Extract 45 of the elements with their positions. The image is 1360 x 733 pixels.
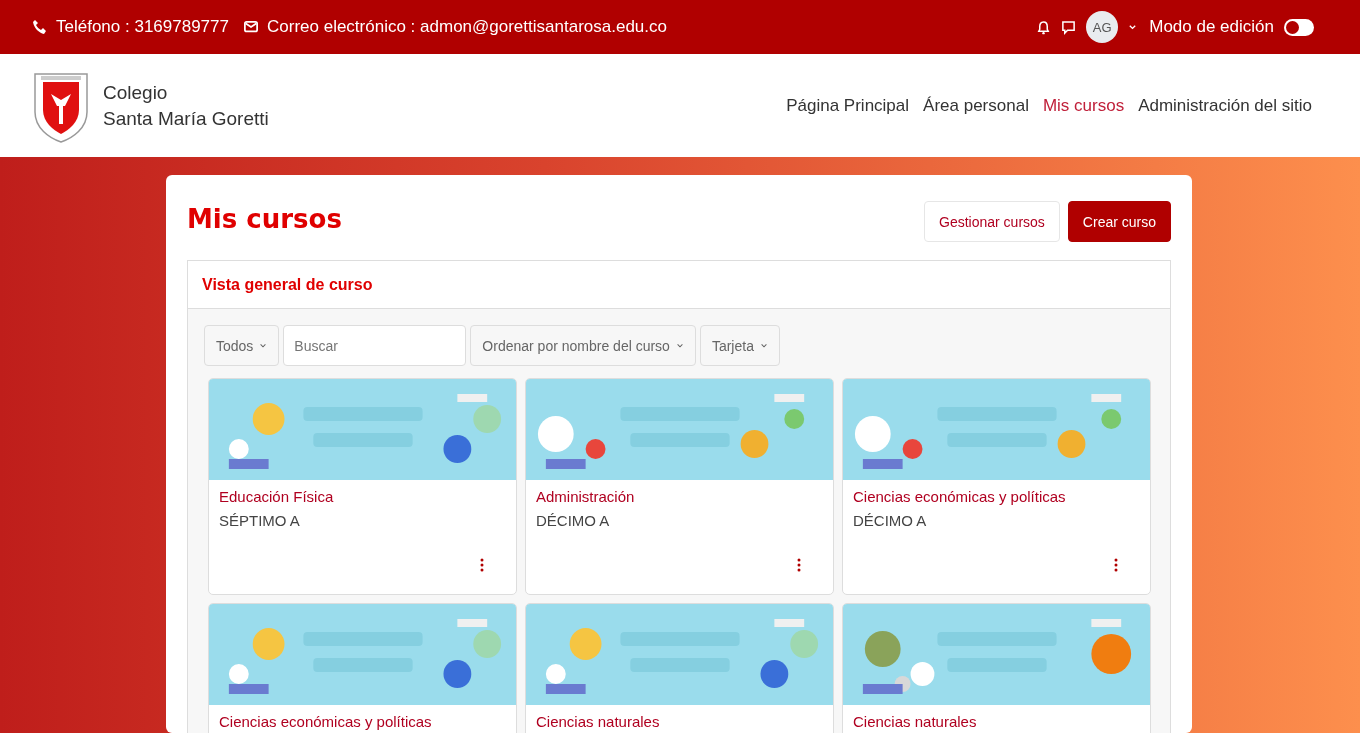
course-card[interactable]: Ciencias económicas y políticas [208,603,517,733]
filter-dropdown[interactable]: Tarjeta [699,325,780,366]
course-card[interactable]: Ciencias naturales [842,603,1151,733]
course-name-link[interactable]: Educación Física [219,488,506,506]
search-field[interactable]: Buscar [283,325,467,366]
course-group: DÉCIMO A [536,512,823,530]
phone-icon [32,19,48,35]
site-name: Santa María Goretti [103,106,269,131]
page-title: Mis cursos [187,203,342,234]
course-name-link[interactable]: Ciencias económicas y políticas [853,488,1140,506]
nav-link[interactable]: Mis cursos [1042,95,1125,116]
nav-link[interactable]: Área personal [923,95,1029,116]
course-card[interactable]: Educación Física SÉPTIMO A [208,378,517,595]
envelope-icon [243,20,259,34]
course-name-link[interactable]: Ciencias económicas y políticas [219,713,506,731]
course-card[interactable]: Ciencias naturales [525,603,834,733]
course-group: DÉCIMO A [853,512,1140,530]
phone-text: Teléfono : 3169789777 [56,17,229,37]
panel-title: Vista general de curso [202,275,373,294]
nav-link[interactable]: Administración del sitio [1138,95,1312,116]
course-card[interactable]: Ciencias económicas y políticas DÉCIMO A [842,378,1151,595]
caret-icon[interactable] [1128,22,1138,32]
nav-link[interactable]: Página Principal [786,95,910,116]
filter-dropdown[interactable]: Ordenar por nombre del curso [470,325,696,366]
course-group: SÉPTIMO A [219,512,506,530]
site-name: Colegio [103,80,169,105]
manage-courses-button[interactable]: Gestionar cursos [924,201,1060,242]
course-name-link[interactable]: Ciencias naturales [853,713,1140,731]
more-options-icon[interactable] [480,558,484,572]
create-course-button[interactable]: Crear curso [1067,201,1171,242]
edit-mode-toggle[interactable] [1284,18,1314,36]
caret-icon[interactable] [675,341,684,350]
edit-mode-label: Modo de edición [1149,17,1274,37]
caret-icon[interactable] [259,341,268,350]
course-name-link[interactable]: Ciencias naturales [536,713,823,731]
course-card[interactable]: Administración DÉCIMO A [525,378,834,595]
user-avatar[interactable]: AG [1086,11,1119,43]
email-text: Correo electrónico : admon@gorettisantarosa.edu.co [267,17,667,37]
course-name-link[interactable]: Administración [536,488,823,506]
more-options-icon[interactable] [797,558,801,572]
chat-icon[interactable] [1061,19,1077,35]
bell-icon[interactable] [1036,19,1052,35]
caret-icon[interactable] [759,341,768,350]
filter-dropdown[interactable]: Todos [204,325,280,366]
more-options-icon[interactable] [1114,558,1118,572]
